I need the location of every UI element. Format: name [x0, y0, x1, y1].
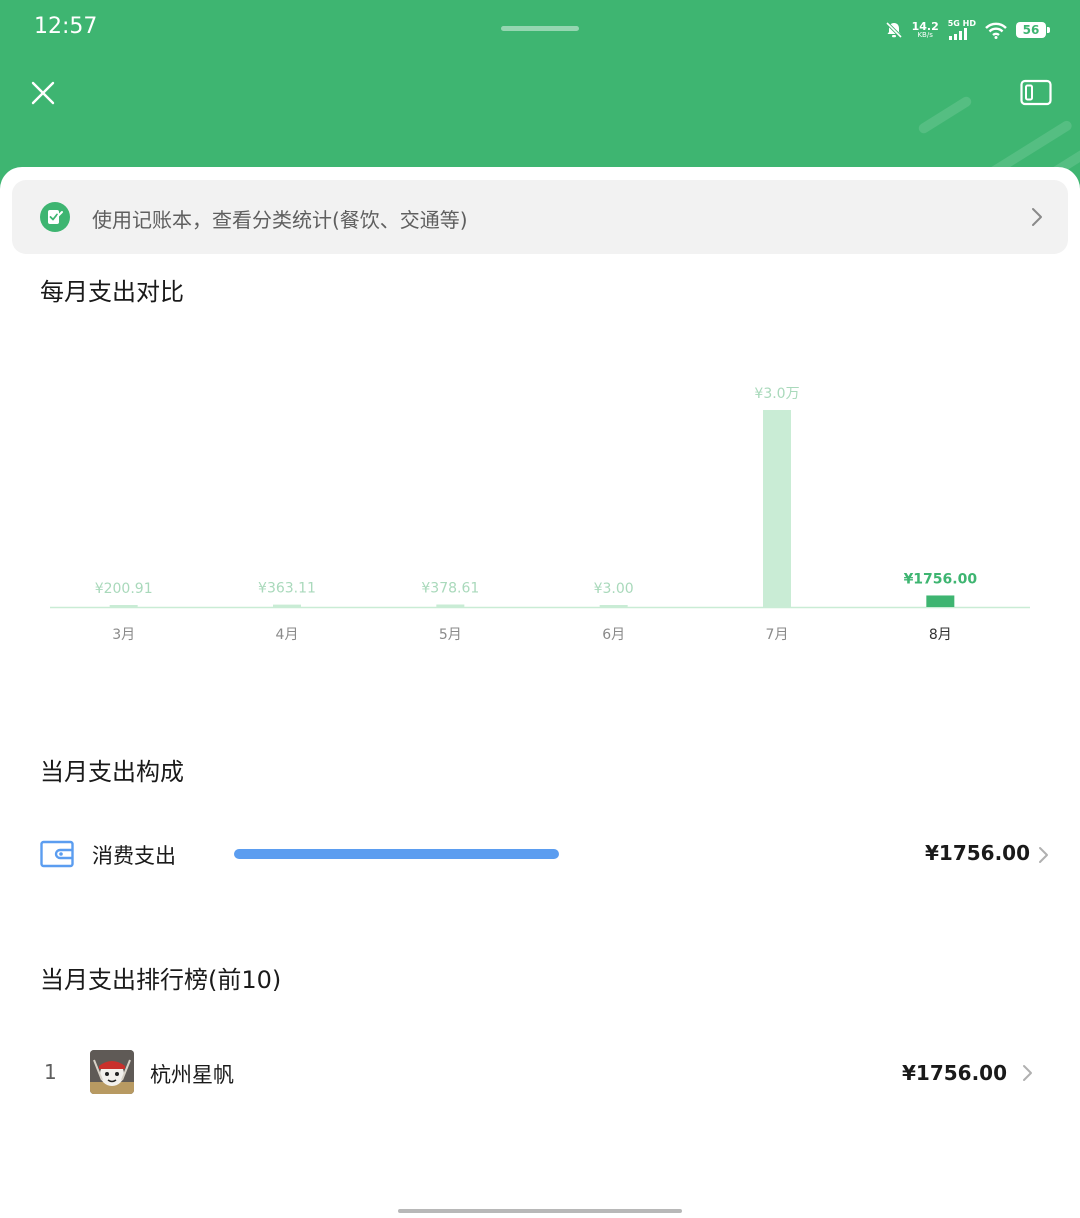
close-icon[interactable]	[28, 78, 58, 108]
ranking-item[interactable]: 1 杭州星帆 ¥1756.00	[40, 1050, 1040, 1096]
header-decoration	[916, 94, 974, 136]
composition-section-title: 当月支出构成	[40, 758, 184, 786]
ledger-banner[interactable]: 使用记账本，查看分类统计(餐饮、交通等)	[12, 180, 1068, 254]
chart-svg: ¥200.91 3月 ¥363.11 4月 ¥378.61 5月 ¥3.00 6月 ¥3.0万 7…	[50, 386, 1030, 643]
signal-icon	[948, 28, 967, 40]
mute-bell-icon	[885, 21, 902, 39]
monthly-bar-chart: ¥200.91 3月 ¥363.11 4月 ¥378.61 5月 ¥3.00 6月 ¥3.0万 7…	[0, 300, 1080, 680]
chart-x-tick-label: 6月	[602, 627, 625, 643]
chart-data-label: ¥3.00	[594, 581, 634, 597]
chart-data-label: ¥3.0万	[754, 386, 799, 402]
composition-item[interactable]: 消费支出 ¥1756.00	[40, 836, 1050, 876]
chart-x-tick-label: 7月	[766, 627, 789, 643]
net-speed-unit: KB/s	[917, 31, 933, 39]
chart-x-tick-label: 3月	[112, 627, 135, 643]
chart-x-tick-label: 5月	[439, 627, 462, 643]
cell-network: 5G HD	[948, 20, 976, 40]
chart-data-label: ¥200.91	[95, 581, 153, 597]
merchant-avatar	[90, 1050, 134, 1094]
composition-label: 消费支出	[92, 844, 176, 868]
status-icons: 14.2 KB/s 5G HD 56	[885, 16, 1050, 44]
rank-amount: ¥1756.00	[901, 1061, 1007, 1085]
ledger-check-icon	[48, 210, 63, 224]
status-time: 12:57	[34, 14, 98, 39]
chart-x-tick-label: 4月	[276, 627, 299, 643]
composition-amount: ¥1756.00	[924, 841, 1030, 865]
chart-bar[interactable]	[763, 410, 791, 607]
merchant-name: 杭州星帆	[150, 1063, 234, 1087]
chevron-right-icon	[1032, 208, 1042, 226]
chart-data-label: ¥378.61	[421, 581, 479, 597]
home-indicator[interactable]	[398, 1209, 682, 1213]
chart-data-label: ¥1756.00	[904, 571, 978, 587]
chart-data-label: ¥363.11	[258, 581, 316, 597]
chevron-right-icon	[1023, 1065, 1032, 1081]
chart-bar[interactable]	[599, 605, 628, 607]
wifi-icon	[985, 22, 1007, 39]
net-speed: 14.2 KB/s	[912, 21, 939, 39]
chart-x-tick-label: 8月	[929, 627, 952, 643]
network-label: 5G HD	[947, 19, 976, 28]
split-window-icon[interactable]	[1020, 79, 1052, 107]
ledger-icon	[40, 202, 70, 232]
merchant-avatar-image	[90, 1050, 134, 1094]
battery-indicator: 56	[1016, 22, 1050, 38]
banner-text: 使用记账本，查看分类统计(餐饮、交通等)	[92, 208, 468, 232]
chart-bar[interactable]	[436, 604, 465, 607]
composition-share-bar	[234, 849, 559, 859]
chart-bar[interactable]	[273, 604, 301, 607]
rank-number: 1	[44, 1060, 57, 1084]
ranking-section-title: 当月支出排行榜(前10)	[40, 966, 282, 994]
chevron-right-icon	[1039, 847, 1048, 863]
wallet-icon	[40, 840, 74, 868]
chart-bar[interactable]	[109, 605, 138, 607]
chart-bar[interactable]	[926, 595, 955, 607]
drag-handle[interactable]	[501, 26, 579, 31]
